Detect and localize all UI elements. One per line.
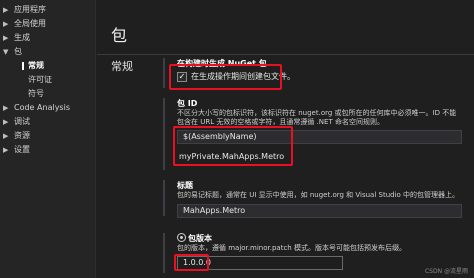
sidebar-item-build[interactable]: ▶ 生成 <box>0 31 95 45</box>
chevron-right-icon: ▶ <box>3 104 9 112</box>
property-name: 包 ID <box>177 99 198 108</box>
property-description: 包的版本，遵循 major.minor.patch 模式。版本号可能包括预发布后… <box>177 244 406 252</box>
package-version-field[interactable]: 1.0.0.0 <box>177 256 343 270</box>
page-title: 包 <box>111 26 129 45</box>
package-id-field[interactable]: myPrivate.MahApps.Metro <box>177 151 462 165</box>
generate-on-build-row[interactable]: ✓ 在生成操作期间创建包文件。 <box>177 71 462 82</box>
property-name: 包版本 <box>177 233 462 244</box>
sidebar-item-label: 资源 <box>14 131 30 140</box>
property-description: 包的易记标题，通常在 UI 显示中使用，如 nuget.org 和 Visual… <box>177 191 460 199</box>
section-title: 常规 <box>111 60 133 73</box>
package-id-default-field[interactable]: $(AssemblyName) <box>177 130 462 144</box>
sidebar-item-resources[interactable]: ▶ 资源 <box>0 129 95 143</box>
chevron-right-icon: ▶ <box>3 20 9 28</box>
settings-sidebar: ▶ 应用程序 ▶ 全局使用 ▶ 生成 ▼ 包 常规 许可证 符号 ▶ Code … <box>0 0 96 278</box>
property-description: 包含在 URL 无效的空格或字符，且通常遵循 .NET 命名空间规则。 <box>177 118 384 126</box>
sidebar-item-application[interactable]: ▶ 应用程序 <box>0 3 95 17</box>
sidebar-item-code-analysis[interactable]: ▶ Code Analysis <box>0 101 95 115</box>
sidebar-item-label: 调试 <box>14 117 30 126</box>
sidebar-item-settings[interactable]: ▶ 设置 <box>0 143 95 157</box>
sidebar-item-global-usings[interactable]: ▶ 全局使用 <box>0 17 95 31</box>
sidebar-item-label: 符号 <box>28 89 44 98</box>
settings-icon <box>177 233 186 242</box>
sidebar-item-label: 全局使用 <box>14 19 46 28</box>
sidebar-item-label: 常规 <box>28 61 44 70</box>
title-property: 标题 包的易记标题，通常在 UI 显示中使用，如 nuget.org 和 Vis… <box>163 180 462 218</box>
sidebar-item-label: 许可证 <box>28 75 52 84</box>
property-description: 不区分大小写的包标识符，该标识符在 nuget.org 或包所在的任何库中必须唯… <box>177 109 457 117</box>
sidebar-item-label: 应用程序 <box>14 5 46 14</box>
sidebar-item-license[interactable]: 许可证 <box>0 73 95 87</box>
chevron-right-icon: ▶ <box>3 146 9 154</box>
sidebar-item-label: 设置 <box>14 145 30 154</box>
main-content: 包 常规 在构建时生成 NuGet 包 ✓ 在生成操作期间创建包文件。 包 ID… <box>97 0 474 278</box>
generate-on-build-checkbox[interactable]: ✓ <box>177 71 187 82</box>
generate-on-build-property: 在构建时生成 NuGet 包 ✓ 在生成操作期间创建包文件。 <box>163 58 462 88</box>
sidebar-item-debug[interactable]: ▶ 调试 <box>0 115 95 129</box>
checkbox-label: 在生成操作期间创建包文件。 <box>191 72 295 81</box>
property-name: 在构建时生成 NuGet 包 <box>177 59 267 68</box>
sidebar-item-label: Code Analysis <box>14 103 70 112</box>
title-field[interactable]: MahApps.Metro <box>177 204 462 218</box>
property-name: 标题 <box>177 181 193 190</box>
sidebar-item-general[interactable]: 常规 <box>0 59 95 73</box>
chevron-right-icon: ▶ <box>3 132 9 140</box>
header-divider <box>97 54 474 55</box>
chevron-right-icon: ▶ <box>3 118 9 126</box>
property-name-label: 包版本 <box>188 234 212 243</box>
sidebar-item-symbols[interactable]: 符号 <box>0 87 95 101</box>
package-version-property: 包版本 包的版本，遵循 major.minor.patch 模式。版本号可能包括… <box>163 233 462 273</box>
chevron-down-icon: ▼ <box>3 48 9 56</box>
chevron-right-icon: ▶ <box>3 6 9 14</box>
sidebar-item-package[interactable]: ▼ 包 <box>0 45 95 59</box>
watermark: CSDN @流星雨 <box>424 268 468 275</box>
sidebar-item-label: 生成 <box>14 33 30 42</box>
chevron-right-icon: ▶ <box>3 34 9 42</box>
package-id-property: 包 ID 不区分大小写的包标识符，该标识符在 nuget.org 或包所在的任何… <box>163 98 462 170</box>
sidebar-item-label: 包 <box>14 47 22 56</box>
